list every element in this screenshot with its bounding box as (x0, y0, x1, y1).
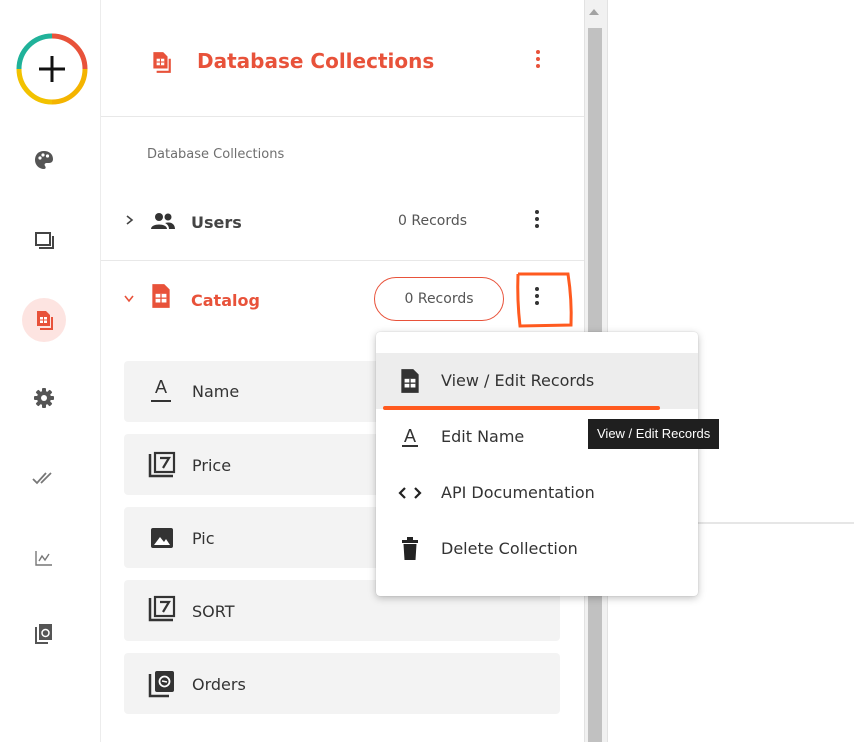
checks-icon (32, 472, 52, 485)
database-icon (153, 52, 171, 73)
reference-field-icon (148, 671, 174, 698)
collection-name: Catalog (191, 291, 260, 310)
menu-item-delete-collection[interactable]: Delete Collection (376, 521, 698, 577)
workflows-button[interactable] (22, 456, 66, 500)
gear-icon (34, 388, 54, 408)
panel-more-button[interactable] (530, 47, 546, 77)
users-icon (151, 213, 175, 229)
menu-item-label: Edit Name (441, 427, 525, 446)
add-icon (16, 33, 88, 105)
theme-button[interactable] (22, 138, 66, 182)
field-row-orders[interactable]: Orders (124, 653, 560, 714)
collection-row-users[interactable]: Users 0 Records (101, 190, 584, 261)
pages-icon (35, 232, 54, 249)
chevron-down-icon[interactable] (123, 294, 135, 304)
menu-item-label: View / Edit Records (441, 371, 595, 390)
files-icon (35, 624, 52, 644)
pages-button[interactable] (22, 218, 66, 262)
settings-button[interactable] (22, 376, 66, 420)
panel-header: Database Collections (101, 0, 584, 117)
panel-title: Database Collections (197, 49, 435, 73)
menu-item-label: API Documentation (441, 483, 595, 502)
field-label: Orders (192, 675, 246, 694)
palette-icon (35, 151, 53, 169)
collection-name: Users (191, 213, 242, 232)
annotation-underline (383, 406, 660, 410)
analytics-button[interactable] (22, 536, 66, 580)
analytics-icon (35, 551, 52, 566)
left-rail (0, 0, 101, 742)
field-label: Price (192, 456, 232, 475)
files-button[interactable] (22, 612, 66, 656)
field-label: SORT (192, 602, 235, 621)
menu-item-view-edit-records[interactable]: View / Edit Records (376, 353, 698, 409)
trash-icon (402, 537, 418, 560)
tooltip: View / Edit Records (588, 419, 720, 449)
image-field-icon (151, 528, 173, 548)
database-icon (37, 311, 53, 330)
text-icon: A (401, 426, 418, 447)
field-label: Pic (192, 529, 215, 548)
records-count-pill[interactable]: 0 Records (374, 277, 504, 321)
menu-item-api-documentation[interactable]: API Documentation (376, 465, 698, 521)
annotation-highlight-box (516, 272, 573, 328)
text-field-icon: A (154, 377, 167, 397)
number-field-icon (148, 595, 176, 622)
scroll-up-arrow-icon[interactable] (589, 9, 599, 15)
section-label: Database Collections (147, 147, 285, 162)
field-label: Name (192, 382, 240, 401)
collection-context-menu: View / Edit Records A Edit Name API Docu… (376, 332, 698, 596)
number-field-icon (148, 451, 176, 478)
collection-more-button[interactable] (529, 207, 545, 237)
database-button[interactable] (22, 298, 66, 342)
records-count: 0 Records (398, 213, 468, 229)
menu-item-label: Delete Collection (441, 539, 578, 558)
code-icon (398, 487, 422, 499)
table-sheet-icon (152, 284, 170, 308)
add-button[interactable] (15, 32, 89, 106)
table-icon (401, 369, 419, 393)
chevron-right-icon[interactable] (125, 214, 135, 226)
